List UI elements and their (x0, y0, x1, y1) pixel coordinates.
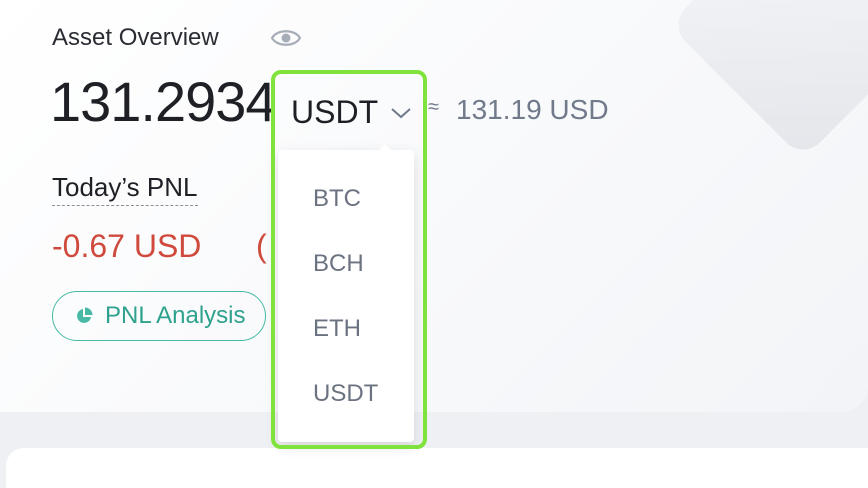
currency-option-list: BTC BCH ETH USDT (278, 166, 414, 426)
asset-overview-card (0, 0, 868, 412)
background-decoration (668, 0, 868, 160)
todays-pnl-percent: ( (256, 228, 267, 264)
currency-select-label: USDT (291, 93, 379, 130)
currency-option-eth[interactable]: ETH (278, 296, 414, 361)
dropdown-caret (377, 144, 393, 152)
currency-dropdown-menu: BTC BCH ETH USDT (278, 150, 414, 442)
balance-amount: 131.2934 (50, 70, 277, 133)
currency-select[interactable]: USDT (291, 92, 412, 132)
currency-option-usdt[interactable]: USDT (278, 361, 414, 426)
pnl-analysis-button[interactable]: PNL Analysis (52, 291, 266, 341)
pie-chart-icon (77, 307, 93, 323)
approx-usd-value: 131.19 USD (456, 94, 609, 125)
currency-option-btc[interactable]: BTC (278, 166, 414, 231)
lower-panel (6, 448, 868, 488)
todays-pnl-label[interactable]: Today’s PNL (52, 170, 198, 206)
todays-pnl-value: -0.67 USD (52, 228, 202, 264)
pnl-analysis-label: PNL Analysis (105, 302, 246, 329)
currency-option-bch[interactable]: BCH (278, 231, 414, 296)
chevron-down-icon (391, 108, 411, 119)
eye-icon[interactable] (270, 26, 302, 50)
asset-overview-title: Asset Overview (52, 24, 219, 51)
approx-symbol: ≈ (428, 96, 439, 118)
